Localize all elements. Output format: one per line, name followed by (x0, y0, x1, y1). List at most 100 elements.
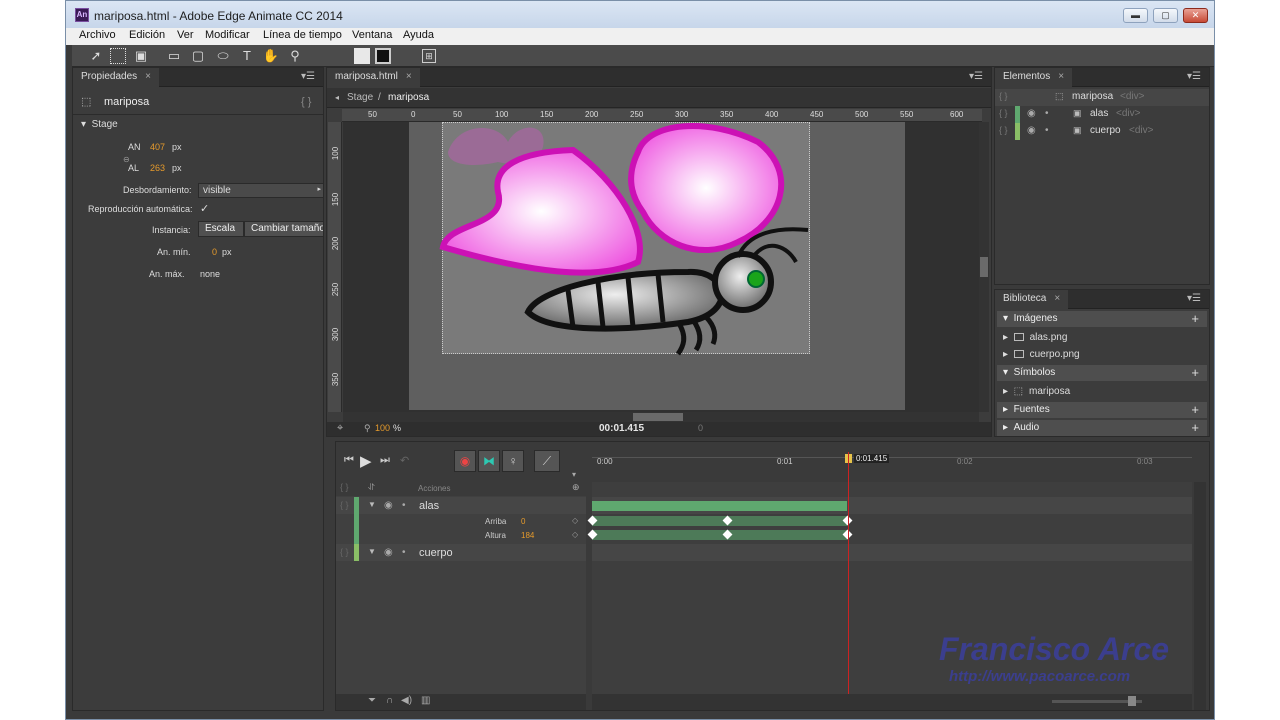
element-row-alas[interactable]: { } ◉ • ▣ alas <div> (995, 106, 1209, 123)
horizontal-scrollbar[interactable] (343, 412, 979, 422)
audio-section-header[interactable]: ▸ Audio + (997, 420, 1207, 436)
element-row-mariposa[interactable]: { } ⬚ mariposa <div> (995, 89, 1209, 106)
magnet-icon[interactable]: ∩ (386, 695, 393, 706)
stage-section-header[interactable]: ▾ Stage (81, 119, 118, 130)
menu-archivo[interactable]: Archivo (79, 29, 116, 41)
library-item-alas-png[interactable]: ▸ alas.png (1003, 332, 1067, 343)
time-ruler[interactable]: 0:00 0:01 0:02 0:03 0:01.415 (592, 442, 1192, 482)
library-item-cuerpo-png[interactable]: ▸ cuerpo.png (1003, 349, 1080, 360)
breadcrumb-mariposa[interactable]: mariposa (388, 92, 429, 103)
select-tool-icon[interactable]: ➚ (87, 47, 105, 65)
dropdown-icon[interactable]: ▾ (572, 470, 576, 479)
close-tab-icon[interactable]: × (1054, 293, 1060, 304)
easing-icon[interactable]: ⟋ (534, 450, 560, 472)
timeline-layers: { } ⥯ Acciones ⊕ { } ▼ ◉ • alas Arriba 0… (336, 482, 586, 710)
prop-row-arriba[interactable]: Arriba 0 ◇ (336, 515, 586, 529)
collapse-arrow-icon: ▼ (368, 500, 376, 509)
max-width-value[interactable]: none (200, 269, 220, 279)
maximize-button[interactable]: ▢ (1153, 8, 1178, 23)
secondary-time: 0 (698, 423, 704, 433)
filter-icon[interactable]: ⏷ (368, 695, 376, 706)
breadcrumb: ◂ Stage / mariposa (327, 88, 991, 108)
panel-menu-icon[interactable]: ▾☰ (1187, 293, 1201, 304)
butterfly-graphic[interactable] (438, 122, 818, 362)
library-panel: Biblioteca × ▾☰ ▾ Imágenes + ▸ alas.png ▸ … (994, 289, 1210, 437)
hand-tool-icon[interactable]: ✋ (262, 47, 280, 65)
height-value[interactable]: 263 (150, 163, 165, 173)
fonts-section-header[interactable]: ▸ Fuentes + (997, 402, 1207, 418)
zoom-tool-icon[interactable]: ⚲ (286, 47, 304, 65)
menu-bar: Archivo Edición Ver Modificar Línea de t… (66, 28, 1214, 45)
panel-menu-icon[interactable]: ▾☰ (301, 71, 315, 82)
auto-keyframe-icon[interactable]: ◉ (454, 450, 476, 472)
menu-ayuda[interactable]: Ayuda (403, 29, 434, 41)
transform-tool-icon[interactable] (110, 48, 126, 64)
layer-row-cuerpo[interactable]: { } ▼ ◉ • cuerpo (336, 544, 586, 561)
crosshair-icon[interactable]: ⌖ (337, 422, 343, 435)
tab-mariposa-html[interactable]: mariposa.html × (327, 68, 420, 87)
tab-properties[interactable]: Propiedades × (73, 68, 159, 87)
lock-dot-icon: • (1045, 125, 1049, 136)
stroke-color-swatch[interactable] (375, 48, 391, 64)
zoom-icon: ⚲ (364, 423, 371, 433)
autoplay-checkbox[interactable]: ✓ (200, 202, 209, 215)
tween-bar-arriba[interactable] (592, 516, 847, 526)
ellipse-tool-icon[interactable]: ⬭ (214, 47, 232, 65)
symbols-section-header[interactable]: ▾ Símbolos + (997, 365, 1207, 381)
vertical-scrollbar[interactable] (979, 122, 989, 412)
auto-transition-icon[interactable]: ⧓ (478, 450, 500, 472)
add-action-icon[interactable]: ⊕ (572, 482, 580, 493)
element-row-cuerpo[interactable]: { } ◉ • ▣ cuerpo <div> (995, 123, 1209, 140)
rounded-rectangle-tool-icon[interactable]: ▢ (189, 47, 207, 65)
close-tab-icon[interactable]: × (406, 71, 412, 82)
menu-edicion[interactable]: Edición (129, 29, 165, 41)
minimize-button[interactable]: ▬ (1123, 8, 1148, 23)
play-icon[interactable]: ▶ (360, 452, 372, 470)
overflow-select[interactable]: visible ▸ (198, 183, 324, 198)
menu-linea-de-tiempo[interactable]: Línea de tiempo (263, 29, 342, 41)
close-button[interactable]: ✕ (1183, 8, 1208, 23)
grid-tool-icon[interactable]: ⊞ (422, 49, 436, 63)
prop-row-altura[interactable]: Altura 184 ◇ (336, 529, 586, 543)
back-arrow-icon[interactable]: ◂ (335, 93, 339, 102)
resize-button[interactable]: Cambiar tamaño (244, 221, 324, 237)
app-icon: An (75, 8, 89, 22)
image-icon (1013, 350, 1024, 359)
menu-ventana[interactable]: Ventana (352, 29, 392, 41)
width-value[interactable]: 407 (150, 142, 165, 152)
tween-bar-altura[interactable] (592, 530, 847, 540)
go-to-end-icon[interactable]: ⏭ (380, 454, 390, 467)
panel-menu-icon[interactable]: ▾☰ (969, 71, 983, 82)
tab-elements[interactable]: Elementos × (995, 68, 1073, 87)
audio-icon[interactable]: ◀) (401, 695, 412, 706)
images-section-header[interactable]: ▾ Imágenes + (997, 311, 1207, 327)
current-time[interactable]: 00:01.415 (599, 423, 644, 434)
code-icon[interactable]: { } (301, 96, 311, 108)
panel-menu-icon[interactable]: ▾☰ (1187, 71, 1201, 82)
tab-library[interactable]: Biblioteca × (995, 290, 1069, 309)
fill-color-swatch[interactable] (354, 48, 370, 64)
symbol-icon: ⬚ (1013, 386, 1024, 397)
breadcrumb-stage[interactable]: Stage (347, 92, 373, 103)
menu-modificar[interactable]: Modificar (205, 29, 250, 41)
rectangle-tool-icon[interactable]: ▭ (165, 47, 183, 65)
close-tab-icon[interactable]: × (145, 71, 151, 82)
go-to-start-icon[interactable]: ⏮ (344, 454, 354, 467)
width-unit: px (172, 142, 182, 152)
layer-bar-alas[interactable] (592, 501, 847, 511)
layer-row-alas[interactable]: { } ▼ ◉ • alas (336, 497, 586, 544)
pin-icon[interactable]: ♀ (502, 450, 524, 472)
library-item-mariposa[interactable]: ▸ ⬚ mariposa (1003, 386, 1070, 397)
clipping-tool-icon[interactable]: ▣ (132, 47, 150, 65)
close-tab-icon[interactable]: × (1058, 71, 1064, 82)
timeline-vertical-scrollbar[interactable] (1194, 482, 1206, 710)
text-tool-icon[interactable]: T (238, 47, 256, 65)
zoom-value[interactable]: 100 (375, 423, 390, 433)
undo-icon[interactable]: ↶ (400, 454, 409, 467)
scale-button[interactable]: Escala (198, 221, 244, 237)
grid-icon[interactable]: ▥ (421, 695, 430, 706)
menu-ver[interactable]: Ver (177, 29, 194, 41)
zoom-slider-handle[interactable] (1128, 696, 1136, 706)
watermark-url: http://www.pacoarce.com (949, 668, 1131, 685)
min-width-value[interactable]: 0 (212, 247, 217, 257)
